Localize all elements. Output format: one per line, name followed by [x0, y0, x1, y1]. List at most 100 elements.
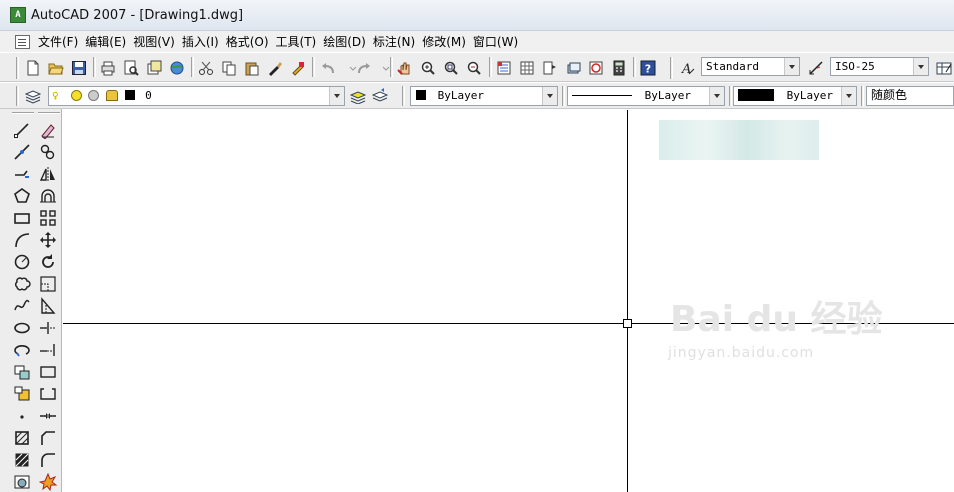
fillet-icon[interactable]: [39, 451, 57, 469]
explode-icon[interactable]: [39, 473, 57, 491]
revision-cloud-icon[interactable]: [13, 275, 31, 293]
document-icon[interactable]: [15, 34, 30, 49]
redo-icon[interactable]: [356, 60, 372, 76]
properties-icon[interactable]: [496, 60, 512, 76]
erase-icon[interactable]: [39, 121, 57, 139]
polyline-icon[interactable]: [13, 165, 31, 183]
polygon-icon[interactable]: [13, 187, 31, 205]
undo-icon[interactable]: [320, 60, 336, 76]
help-icon[interactable]: ?: [640, 60, 656, 76]
zoom-window-icon[interactable]: [443, 60, 459, 76]
layer-previous-icon[interactable]: [372, 88, 388, 104]
layer-properties-icon[interactable]: [25, 88, 41, 104]
hatch-icon[interactable]: [13, 429, 31, 447]
insert-block-icon[interactable]: [13, 363, 31, 381]
rotate-icon[interactable]: [39, 253, 57, 271]
toolbar-grip[interactable]: [16, 57, 19, 79]
line-icon[interactable]: [13, 121, 31, 139]
chamfer-icon[interactable]: [39, 429, 57, 447]
stretch-icon[interactable]: [39, 297, 57, 315]
toolbar-grip[interactable]: [402, 86, 405, 106]
join-icon[interactable]: [39, 407, 57, 425]
toolbar-grip[interactable]: [670, 57, 673, 79]
toolbar-grip[interactable]: [12, 112, 34, 114]
layer-select[interactable]: ♀ 0: [48, 86, 345, 106]
lineweight-control-select[interactable]: ByLayer: [733, 86, 857, 106]
menu-dimension[interactable]: 标注(N): [373, 33, 422, 50]
move-icon[interactable]: [39, 231, 57, 249]
cut-icon[interactable]: [198, 60, 214, 76]
chevron-down-icon[interactable]: [784, 58, 799, 75]
chevron-down-icon[interactable]: [913, 58, 928, 75]
web-icon[interactable]: [169, 60, 185, 76]
tool-palettes-icon[interactable]: [542, 60, 558, 76]
copy-object-icon[interactable]: [39, 143, 57, 161]
break-at-point-icon[interactable]: [39, 363, 57, 381]
dimension-style-select[interactable]: ISO-25: [830, 57, 929, 76]
circle-icon[interactable]: [13, 253, 31, 271]
plot-icon[interactable]: [100, 60, 116, 76]
trim-icon[interactable]: [39, 319, 57, 337]
plot-preview-icon[interactable]: [123, 60, 139, 76]
menu-view[interactable]: 视图(V): [133, 33, 182, 50]
block-editor-icon[interactable]: [290, 60, 306, 76]
mirror-icon[interactable]: [39, 165, 57, 183]
table-style-icon[interactable]: [936, 60, 952, 76]
menu-insert[interactable]: 插入(I): [182, 33, 226, 50]
text-style-icon[interactable]: A: [680, 60, 696, 76]
ellipse-arc-icon[interactable]: [13, 341, 31, 359]
viewport-freeze-icon[interactable]: [88, 90, 100, 101]
toolbar-grip[interactable]: [16, 86, 19, 106]
construction-line-icon[interactable]: [13, 143, 31, 161]
region-icon[interactable]: [13, 473, 31, 491]
match-properties-icon[interactable]: [267, 60, 283, 76]
chevron-down-icon[interactable]: [329, 87, 344, 105]
paste-icon[interactable]: [244, 60, 260, 76]
publish-icon[interactable]: [146, 60, 162, 76]
plot-style-control-select[interactable]: 随颜色: [866, 86, 954, 106]
offset-icon[interactable]: [39, 187, 57, 205]
array-icon[interactable]: [39, 209, 57, 227]
make-layer-current-icon[interactable]: [350, 88, 366, 104]
spline-icon[interactable]: [13, 297, 31, 315]
dimension-style-icon[interactable]: [808, 60, 824, 76]
linetype-control-select[interactable]: ByLayer: [567, 86, 725, 106]
lightbulb-icon[interactable]: ♀: [52, 87, 64, 104]
toolbar-grip[interactable]: [38, 112, 60, 114]
menu-draw[interactable]: 绘图(D): [323, 33, 373, 50]
chevron-down-icon[interactable]: [542, 87, 557, 105]
menu-window[interactable]: 窗口(W): [473, 33, 525, 50]
menu-modify[interactable]: 修改(M): [422, 33, 473, 50]
arc-icon[interactable]: [13, 231, 31, 249]
break-icon[interactable]: [39, 385, 57, 403]
gradient-icon[interactable]: [13, 451, 31, 469]
rectangle-icon[interactable]: [13, 209, 31, 227]
save-icon[interactable]: [71, 60, 87, 76]
make-block-icon[interactable]: [13, 385, 31, 403]
sheet-set-icon[interactable]: [565, 60, 581, 76]
design-center-icon[interactable]: [519, 60, 535, 76]
point-icon[interactable]: [13, 407, 31, 425]
menu-format[interactable]: 格式(O): [226, 33, 276, 50]
pan-icon[interactable]: [397, 60, 413, 76]
menu-tools[interactable]: 工具(T): [276, 33, 324, 50]
chevron-down-icon[interactable]: [841, 87, 856, 105]
scale-icon[interactable]: [39, 275, 57, 293]
ellipse-icon[interactable]: [13, 319, 31, 337]
copy-icon[interactable]: [221, 60, 237, 76]
lock-icon[interactable]: [105, 90, 118, 101]
menu-file[interactable]: 文件(F): [38, 33, 85, 50]
text-style-select[interactable]: Standard: [701, 57, 800, 76]
zoom-realtime-icon[interactable]: [420, 60, 436, 76]
sun-icon[interactable]: [70, 90, 82, 101]
chevron-down-icon[interactable]: [709, 87, 724, 105]
open-icon[interactable]: [48, 60, 64, 76]
autocad-app-icon[interactable]: A: [10, 7, 26, 23]
extend-icon[interactable]: [39, 341, 57, 359]
markup-icon[interactable]: [588, 60, 604, 76]
new-icon[interactable]: [25, 60, 41, 76]
color-control-select[interactable]: ByLayer: [410, 86, 558, 106]
zoom-previous-icon[interactable]: [466, 60, 482, 76]
calculator-icon[interactable]: [611, 60, 627, 76]
menu-edit[interactable]: 编辑(E): [85, 33, 133, 50]
